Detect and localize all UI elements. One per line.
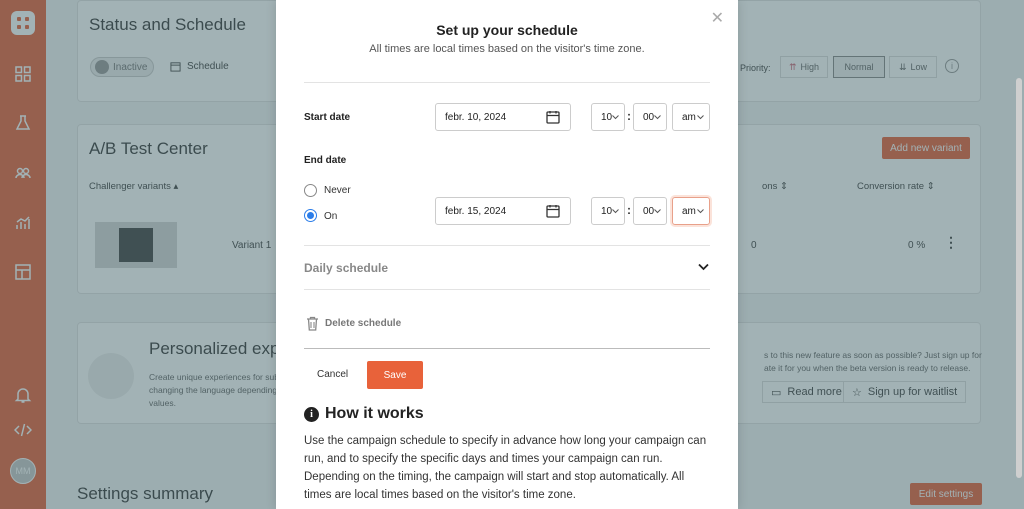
- info-icon: i: [304, 406, 319, 422]
- divider: [304, 348, 710, 349]
- modal-subtitle: All times are local times based on the v…: [369, 43, 645, 55]
- end-date-label: End date: [304, 155, 347, 166]
- trash-icon: [307, 316, 318, 331]
- time-separator: :: [627, 203, 631, 217]
- start-date-input[interactable]: febr. 10, 2024: [435, 103, 571, 131]
- divider: [304, 289, 710, 290]
- start-ampm-select[interactable]: am: [672, 103, 710, 131]
- end-hour-select[interactable]: 10: [591, 197, 625, 225]
- how-it-works-text: Use the campaign schedule to specify in …: [304, 435, 707, 501]
- end-date-input[interactable]: febr. 15, 2024: [435, 197, 571, 225]
- divider: [304, 82, 710, 83]
- how-it-works-heading: i How it works: [304, 405, 424, 423]
- divider: [304, 245, 710, 246]
- chevron-down-icon: [654, 115, 661, 120]
- daily-schedule-toggle[interactable]: Daily schedule: [304, 261, 388, 275]
- calendar-icon[interactable]: [546, 110, 560, 124]
- end-ampm-select[interactable]: am: [672, 197, 710, 225]
- save-button[interactable]: Save: [367, 361, 423, 389]
- end-never-radio[interactable]: [304, 184, 317, 197]
- start-date-label: Start date: [304, 112, 351, 123]
- chevron-down-icon: [654, 209, 661, 214]
- start-hour-select[interactable]: 10: [591, 103, 625, 131]
- chevron-down-icon: [697, 209, 704, 214]
- chevron-down-icon: [697, 115, 704, 120]
- page-scrollbar[interactable]: [1016, 78, 1022, 478]
- schedule-modal: ✕ Set up your schedule All times are loc…: [276, 0, 738, 509]
- delete-schedule-button[interactable]: Delete schedule: [306, 316, 401, 331]
- chevron-down-icon[interactable]: [698, 263, 709, 271]
- time-separator: :: [627, 109, 631, 123]
- end-on-label: On: [324, 211, 338, 222]
- chevron-down-icon: [612, 209, 619, 214]
- cancel-button[interactable]: Cancel: [317, 369, 348, 380]
- calendar-icon[interactable]: [546, 204, 560, 218]
- chevron-down-icon: [612, 115, 619, 120]
- end-minute-select[interactable]: 00: [633, 197, 667, 225]
- end-never-label: Never: [324, 185, 351, 196]
- end-on-radio[interactable]: [304, 209, 317, 222]
- start-minute-select[interactable]: 00: [633, 103, 667, 131]
- modal-title: Set up your schedule: [436, 22, 578, 38]
